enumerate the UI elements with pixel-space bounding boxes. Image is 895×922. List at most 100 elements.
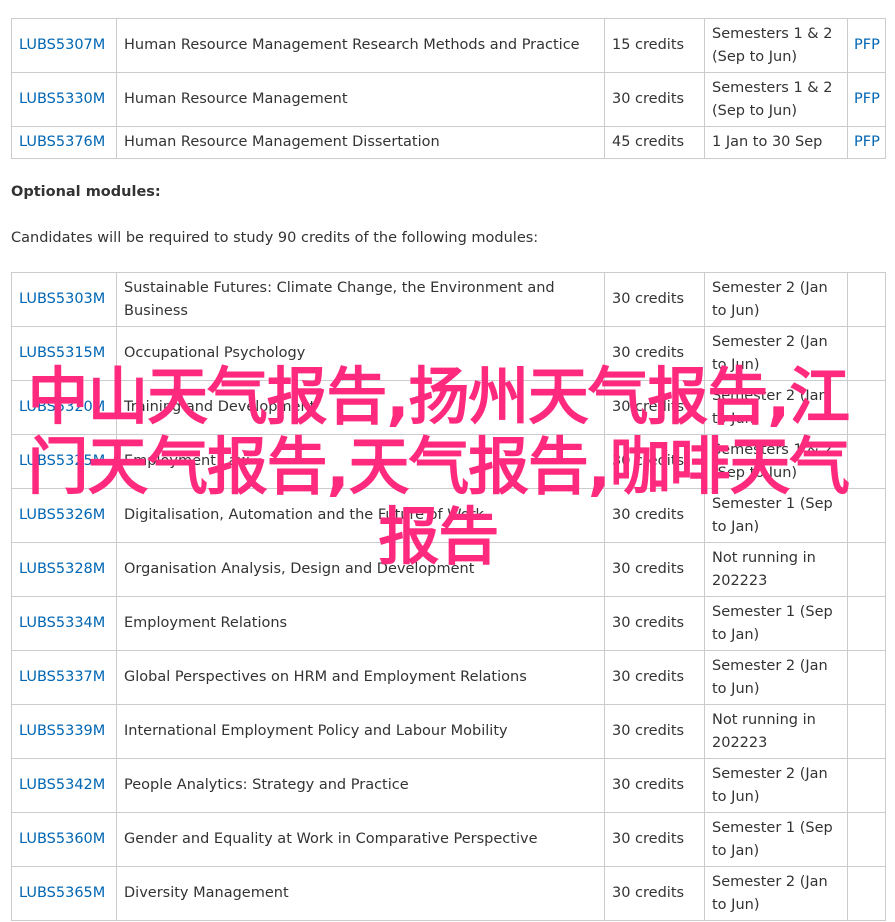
module-pfp-cell [847,380,886,435]
module-code-cell[interactable]: LUBS5320M [11,380,117,435]
module-title-cell: Training and Development [116,380,605,435]
module-code-cell[interactable]: LUBS5315M [11,326,117,381]
module-title-text: Employment Law [124,453,250,469]
module-title-text: Sustainable Futures: Climate Change, the… [124,279,555,319]
module-code-cell[interactable]: LUBS5365M [11,866,117,921]
module-credits-cell: 30 credits [604,650,705,705]
module-semester-text: Semester 2 (Jan to Jun) [712,657,828,697]
module-title-cell: Organisation Analysis, Design and Develo… [116,542,605,597]
module-credits-cell: 15 credits [604,18,705,73]
table-row: LUBS5376M Human Resource Management Disse… [11,126,886,159]
module-code-link[interactable]: LUBS5328M [19,561,105,577]
module-credits-text: 30 credits [612,91,685,107]
module-title-text: Diversity Management [124,885,289,901]
module-code-cell[interactable]: LUBS5303M [11,272,117,327]
module-title-text: Human Resource Management [124,91,348,107]
module-code-link[interactable]: LUBS5326M [19,507,105,523]
module-title-text: Employment Relations [124,615,288,631]
module-code-link[interactable]: LUBS5339M [19,723,105,739]
module-pfp-cell [847,272,886,327]
module-credits-text: 30 credits [612,777,685,793]
module-title-text: Human Resource Management Research Metho… [124,37,580,53]
module-code-link[interactable]: LUBS5330M [19,91,105,107]
optional-modules-table: LUBS5303M Sustainable Futures: Climate Ch… [11,272,886,921]
compulsory-modules-body: LUBS5307M Human Resource Management Resea… [11,18,886,159]
module-pfp-cell[interactable]: PFP [847,72,886,127]
table-row: LUBS5334M Employment Relations 30 credits S… [11,596,886,651]
module-pfp-cell [847,704,886,759]
module-credits-text: 30 credits [612,723,685,739]
module-code-cell[interactable]: LUBS5307M [11,18,117,73]
optional-modules-body: LUBS5303M Sustainable Futures: Climate Ch… [11,272,886,921]
module-code-link[interactable]: LUBS5342M [19,777,105,793]
module-pfp-cell [847,758,886,813]
module-semester-cell: Semesters 1 & 2 (Sep to Jun) [704,72,848,127]
module-semester-cell: Semester 2 (Jan to Jun) [704,758,848,813]
module-title-text: Human Resource Management Dissertation [124,134,440,150]
module-semester-cell: Semester 2 (Jan to Jun) [704,326,848,381]
module-code-cell[interactable]: LUBS5328M [11,542,117,597]
module-code-cell[interactable]: LUBS5360M [11,812,117,867]
module-title-cell: Diversity Management [116,866,605,921]
module-semester-cell: Semester 2 (Jan to Jun) [704,650,848,705]
module-code-link[interactable]: LUBS5337M [19,669,105,685]
module-credits-text: 30 credits [612,507,685,523]
table-row: LUBS5342M People Analytics: Strategy and … [11,758,886,813]
module-code-link[interactable]: LUBS5303M [19,291,105,307]
module-semester-cell: Semester 2 (Jan to Jun) [704,272,848,327]
module-semester-text: Semesters 1 & 2 (Sep to Jun) [712,79,833,119]
module-code-cell[interactable]: LUBS5337M [11,650,117,705]
module-credits-cell: 30 credits [604,326,705,381]
module-semester-text: Semesters 1 & 2 (Sep to Jun) [712,441,833,481]
module-semester-cell: Semesters 1 & 2 (Sep to Jun) [704,18,848,73]
optional-modules-heading: Optional modules: [11,184,161,200]
module-semester-text: Not running in 202223 [712,549,816,589]
module-semester-cell: Semester 1 (Sep to Jan) [704,596,848,651]
module-pfp-cell [847,650,886,705]
module-credits-cell: 30 credits [604,272,705,327]
module-credits-text: 45 credits [612,134,685,150]
module-pfp-cell [847,596,886,651]
compulsory-modules-table: LUBS5307M Human Resource Management Resea… [11,18,886,159]
module-credits-text: 30 credits [612,885,685,901]
module-pfp-link[interactable]: PFP [854,37,880,53]
module-semester-text: Semester 2 (Jan to Jun) [712,765,828,805]
module-pfp-cell[interactable]: PFP [847,126,886,159]
module-credits-cell: 30 credits [604,488,705,543]
module-code-cell[interactable]: LUBS5326M [11,488,117,543]
module-code-cell[interactable]: LUBS5339M [11,704,117,759]
table-row: LUBS5320M Training and Development 30 cred… [11,380,886,435]
module-code-link[interactable]: LUBS5325M [19,453,105,469]
module-code-link[interactable]: LUBS5360M [19,831,105,847]
module-code-link[interactable]: LUBS5315M [19,345,105,361]
module-code-cell[interactable]: LUBS5334M [11,596,117,651]
module-title-text: Digitalisation, Automation and the Futur… [124,507,484,523]
module-credits-text: 30 credits [612,669,685,685]
table-row: LUBS5303M Sustainable Futures: Climate Ch… [11,272,886,327]
table-row: LUBS5307M Human Resource Management Resea… [11,18,886,73]
module-semester-cell: Semester 2 (Jan to Jun) [704,380,848,435]
module-code-link[interactable]: LUBS5376M [19,134,105,150]
module-pfp-cell [847,812,886,867]
module-title-cell: Global Perspectives on HRM and Employmen… [116,650,605,705]
module-code-cell[interactable]: LUBS5342M [11,758,117,813]
module-semester-cell: Not running in 202223 [704,704,848,759]
module-pfp-link[interactable]: PFP [854,134,880,150]
module-credits-cell: 30 credits [604,866,705,921]
module-code-link[interactable]: LUBS5320M [19,399,105,415]
module-title-text: Training and Development [124,399,316,415]
module-code-link[interactable]: LUBS5334M [19,615,105,631]
module-credits-text: 30 credits [612,831,685,847]
module-pfp-cell[interactable]: PFP [847,18,886,73]
module-code-cell[interactable]: LUBS5330M [11,72,117,127]
module-code-link[interactable]: LUBS5365M [19,885,105,901]
module-code-cell[interactable]: LUBS5325M [11,434,117,489]
module-pfp-link[interactable]: PFP [854,91,880,107]
module-pfp-cell [847,866,886,921]
module-code-link[interactable]: LUBS5307M [19,37,105,53]
module-credits-text: 30 credits [612,453,685,469]
module-credits-cell: 30 credits [604,72,705,127]
module-credits-cell: 30 credits [604,704,705,759]
module-code-cell[interactable]: LUBS5376M [11,126,117,159]
module-semester-cell: Semester 1 (Sep to Jan) [704,488,848,543]
